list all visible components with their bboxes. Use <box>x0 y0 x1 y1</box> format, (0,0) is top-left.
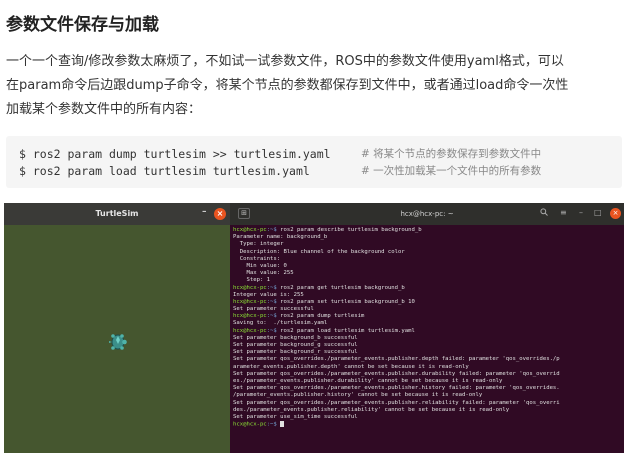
search-icon[interactable] <box>540 208 548 218</box>
terminal-output-text: Max value: 255 <box>233 270 294 277</box>
minimize-icon[interactable]: – <box>202 207 207 217</box>
code-command: $ ros2 param dump turtlesim >> turtlesim… <box>19 147 331 161</box>
terminal-output-text: Min value: 0 <box>233 262 287 269</box>
terminal-output-text: arameter_events.publisher.depth' cannot … <box>233 363 469 370</box>
terminal-output-text: Set parameter qos_overrides./parameter_e… <box>233 370 560 377</box>
terminal-output-text: Set parameter background_r successful <box>233 349 358 356</box>
desktop-screenshot: TurtleSim – × ⊞ hcx@hcx-pc: ~ ≡ – □ × hc… <box>4 203 624 453</box>
terminal-output-text: Set parameter background_b successful <box>233 334 358 341</box>
terminal-output-text: Constraints: <box>233 255 281 262</box>
terminal-line: Constraints: <box>233 256 621 263</box>
terminal-line: Parameter name: background_b <box>233 234 621 241</box>
terminal-line: hcx@hcx-pc:~$ ros2 param dump turtlesim <box>233 313 621 320</box>
turtlesim-canvas <box>4 225 230 453</box>
menu-icon[interactable]: ≡ <box>560 208 567 217</box>
code-command: $ ros2 param load turtlesim turtlesim.ya… <box>19 164 310 178</box>
prompt-user: hcx@hcx-pc <box>233 313 267 320</box>
terminal-line: /parameter_events.publisher.history' can… <box>233 392 621 399</box>
terminal-output-text: Set parameter qos_overrides./parameter_e… <box>233 356 560 363</box>
turtlesim-title: TurtleSim <box>95 209 139 218</box>
prompt-user: hcx@hcx-pc <box>233 298 267 305</box>
terminal-line: Set parameter qos_overrides./parameter_e… <box>233 371 621 378</box>
close-icon[interactable]: × <box>610 208 621 219</box>
prompt-user: hcx@hcx-pc <box>233 284 267 291</box>
code-comment: # 将某个节点的参数保存到参数文件中 <box>361 148 542 160</box>
paragraph-line: 一个一个查询/修改参数太麻烦了，不如试一试参数文件，ROS中的参数文件使用yam… <box>6 54 564 69</box>
section-title: 参数文件保存与加载 <box>6 15 159 35</box>
terminal-command: ros2 param describe turtlesim background… <box>280 227 422 233</box>
turtlesim-window: TurtleSim – × <box>4 203 230 453</box>
terminal-line: Type: integer <box>233 241 621 248</box>
code-block: $ ros2 param dump turtlesim >> turtlesim… <box>6 136 622 188</box>
terminal-line: Set parameter use_sim_time successful <box>233 414 621 421</box>
prompt-user: hcx@hcx-pc <box>233 227 267 233</box>
maximize-icon[interactable]: □ <box>594 208 602 217</box>
terminal-output-text: Saving to: ./turtlesim.yaml <box>233 320 328 327</box>
terminal-line: Set parameter background_g successful <box>233 342 621 349</box>
terminal-line: Set parameter background_r successful <box>233 349 621 356</box>
terminal-output-text: Step: 1 <box>233 277 271 284</box>
terminal-output-text: Type: integer <box>233 241 284 248</box>
prompt-path: :~$ <box>266 227 281 233</box>
turtlesim-titlebar[interactable]: TurtleSim – × <box>4 203 230 225</box>
close-icon[interactable]: × <box>214 208 226 220</box>
terminal-line: Integer value is: 255 <box>233 292 621 299</box>
terminal-line: Saving to: ./turtlesim.yaml <box>233 320 621 327</box>
text-cursor <box>280 421 285 428</box>
terminal-command: ros2 param set turtlesim background_b 10 <box>280 298 415 305</box>
prompt-path: :~$ <box>266 327 281 334</box>
paragraph-line: 在param命令后边跟dump子命令，将某个节点的参数都保存到文件中，或者通过l… <box>6 78 569 93</box>
terminal-output[interactable]: hcx@hcx-pc:~$ ros2 param describe turtle… <box>233 227 621 453</box>
terminal-output-text: Set parameter successful <box>233 306 314 313</box>
terminal-line: hcx@hcx-pc:~$ ros2 param set turtlesim b… <box>233 299 621 306</box>
terminal-output-text: es./parameter_events.publisher.durabilit… <box>233 377 503 384</box>
prompt-user: hcx@hcx-pc <box>233 421 267 428</box>
terminal-line: hcx@hcx-pc:~$ <box>233 421 621 428</box>
terminal-line: hcx@hcx-pc:~$ ros2 param describe turtle… <box>233 227 621 234</box>
terminal-line: Set parameter qos_overrides./parameter_e… <box>233 356 621 363</box>
terminal-output-text: /parameter_events.publisher.history' can… <box>233 392 483 399</box>
terminal-output-text: Set parameter use_sim_time successful <box>233 413 358 420</box>
terminal-output-text: Set parameter qos_overrides./parameter_e… <box>233 399 560 406</box>
terminal-output-text: Set parameter background_g successful <box>233 342 358 348</box>
terminal-line: Min value: 0 <box>233 263 621 270</box>
prompt-path: :~$ <box>266 284 281 291</box>
terminal-line: Max value: 255 <box>233 270 621 277</box>
terminal-line: Step: 1 <box>233 277 621 284</box>
terminal-line: arameter_events.publisher.depth' cannot … <box>233 364 621 371</box>
paragraph-line: 加载某个参数文件中的所有内容： <box>6 102 202 117</box>
terminal-line: hcx@hcx-pc:~$ ros2 param load turtlesim … <box>233 328 621 335</box>
terminal-titlebar[interactable]: ⊞ hcx@hcx-pc: ~ ≡ – □ × <box>230 203 624 225</box>
terminal-line: des./parameter_events.publisher.reliabil… <box>233 407 621 414</box>
terminal-command: ros2 param get turtlesim background_b <box>280 284 405 291</box>
terminal-output-text: Integer value is: 255 <box>233 291 304 298</box>
code-line: $ ros2 param load turtlesim turtlesim.ya… <box>19 163 622 180</box>
prompt-user: hcx@hcx-pc <box>233 327 267 334</box>
prompt-path: :~$ <box>266 421 281 428</box>
terminal-line: Set parameter qos_overrides./parameter_e… <box>233 400 621 407</box>
terminal-command: ros2 param load turtlesim turtlesim.yaml <box>280 327 415 334</box>
terminal-output-text: Description: Blue channel of the backgro… <box>233 248 405 255</box>
terminal-output-text: Parameter name: background_b <box>233 234 328 241</box>
terminal-line: es./parameter_events.publisher.durabilit… <box>233 378 621 385</box>
prompt-path: :~$ <box>266 298 281 305</box>
terminal-window: ⊞ hcx@hcx-pc: ~ ≡ – □ × hcx@hcx-pc:~$ ro… <box>230 203 624 453</box>
code-line: $ ros2 param dump turtlesim >> turtlesim… <box>19 146 622 163</box>
terminal-line: Set parameter background_b successful <box>233 335 621 342</box>
code-comment: # 一次性加载某一个文件中的所有参数 <box>361 165 542 177</box>
terminal-line: Description: Blue channel of the backgro… <box>233 249 621 256</box>
terminal-line: Set parameter qos_overrides./parameter_e… <box>233 385 621 392</box>
terminal-output-text: des./parameter_events.publisher.reliabil… <box>233 406 510 413</box>
intro-paragraph: 一个一个查询/修改参数太麻烦了，不如试一试参数文件，ROS中的参数文件使用yam… <box>6 50 626 122</box>
terminal-output-text: Set parameter qos_overrides./parameter_e… <box>233 385 560 392</box>
turtle-icon <box>109 334 127 350</box>
minimize-icon[interactable]: – <box>579 208 583 217</box>
terminal-command: ros2 param dump turtlesim <box>280 313 365 320</box>
prompt-path: :~$ <box>266 313 281 320</box>
terminal-line: Set parameter successful <box>233 306 621 313</box>
terminal-line: hcx@hcx-pc:~$ ros2 param get turtlesim b… <box>233 285 621 292</box>
